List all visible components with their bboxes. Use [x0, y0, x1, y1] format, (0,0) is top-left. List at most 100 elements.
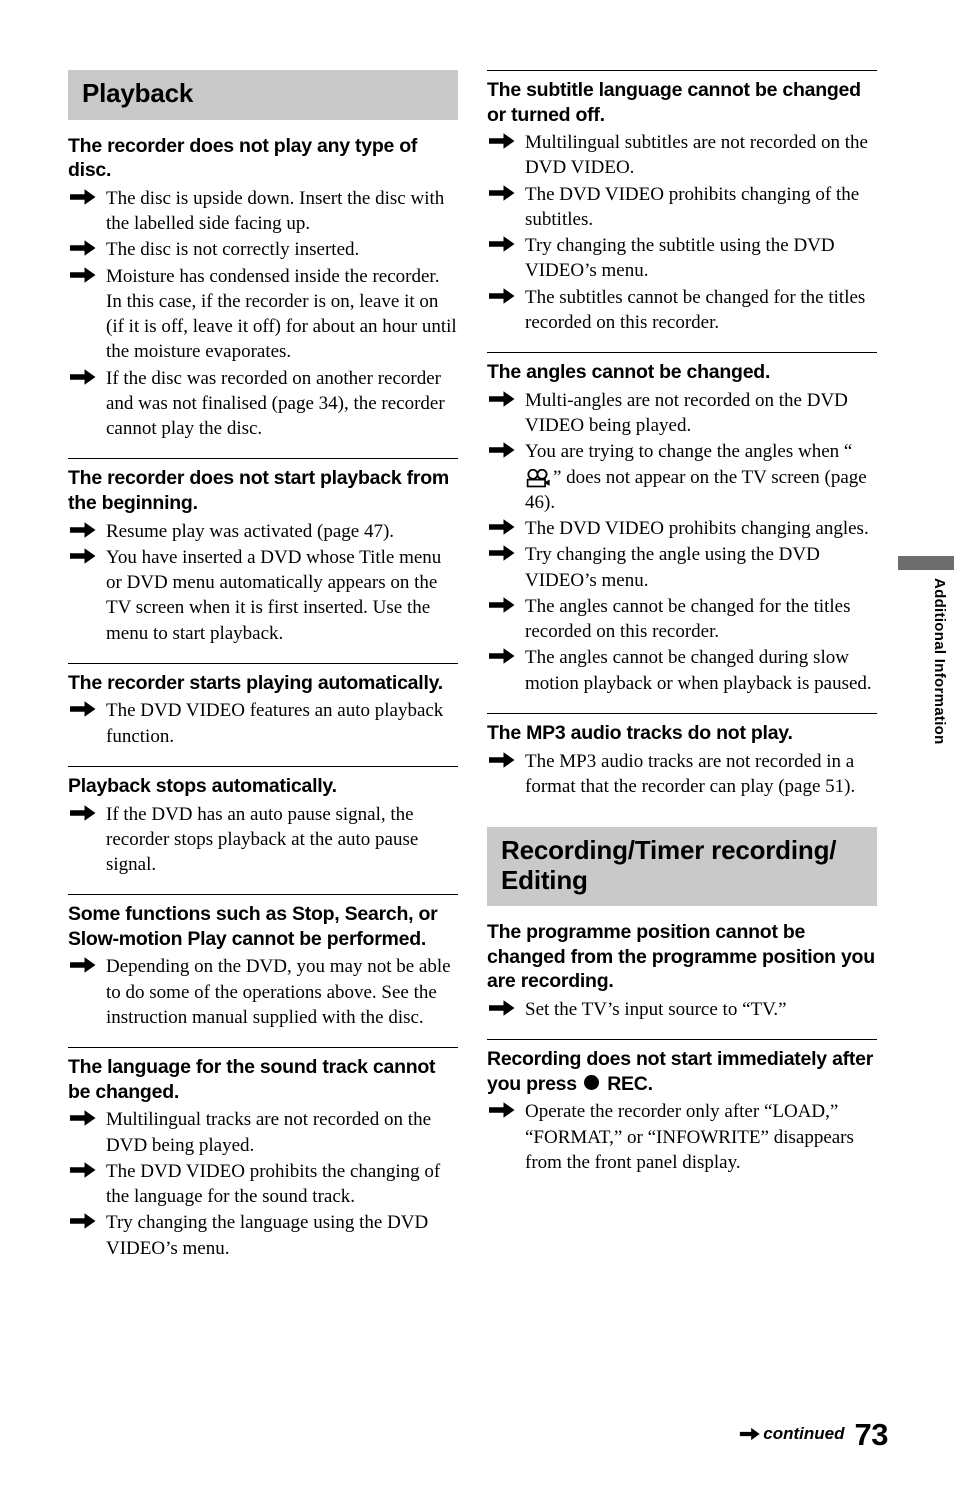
manual-page: Playback The recorder does not play any … — [0, 0, 954, 1486]
answer-text: Try changing the language using the DVD … — [106, 1212, 429, 1259]
answer-text: Try changing the angle using the DVD VID… — [525, 544, 820, 591]
problem-title: The recorder does not start playback fro… — [68, 467, 449, 514]
answer-list: Operate the recorder only after “LOAD,” … — [487, 1099, 877, 1175]
side-tab-label: Additional Information — [931, 578, 948, 745]
answer-text: Multilingual tracks are not recorded on … — [106, 1109, 432, 1156]
problem-title: Some functions such as Stop, Search, or … — [68, 903, 438, 950]
list-item: Resume play was activated (page 47). — [68, 519, 458, 544]
arrow-bullet-icon — [489, 132, 515, 150]
answer-text: If the DVD has an auto pause signal, the… — [106, 803, 419, 876]
problem-title: The subtitle language cannot be changed … — [487, 79, 861, 126]
arrow-bullet-icon — [70, 804, 96, 822]
list-item: If the disc was recorded on another reco… — [68, 366, 458, 442]
troubleshoot-block: The recorder does not play any type of d… — [68, 134, 458, 442]
list-item: The angles cannot be changed for the tit… — [487, 594, 877, 645]
answer-list: The DVD VIDEO features an auto playback … — [68, 698, 458, 749]
arrow-bullet-icon — [489, 999, 515, 1017]
arrow-bullet-icon — [70, 700, 96, 718]
section-title-playback: Playback — [82, 78, 194, 108]
arrow-bullet-icon — [489, 751, 515, 769]
answer-list: The MP3 audio tracks are not recorded in… — [487, 749, 877, 800]
answer-text: The angles cannot be changed during slow… — [525, 647, 872, 694]
answer-text: The DVD VIDEO prohibits the changing of … — [106, 1160, 441, 1208]
list-item: The MP3 audio tracks are not recorded in… — [487, 749, 877, 800]
arrow-bullet-icon — [70, 956, 96, 974]
answer-text: The DVD VIDEO prohibits changing of the … — [525, 183, 860, 230]
list-item: Multilingual subtitles are not recorded … — [487, 130, 877, 181]
arrow-bullet-icon — [489, 184, 515, 202]
answer-text: Depending on the DVD, you may not be abl… — [106, 956, 451, 1028]
arrow-bullet-icon — [489, 441, 515, 459]
answer-text-post: ” does not appear on the TV screen (page… — [525, 466, 867, 513]
answer-text: The disc is not correctly inserted. — [106, 239, 360, 261]
problem-title: The programme position cannot be changed… — [487, 921, 875, 993]
list-item: The disc is upside down. Insert the disc… — [68, 186, 458, 237]
list-item: Try changing the subtitle using the DVD … — [487, 233, 877, 284]
rec-dot-icon — [584, 1074, 600, 1090]
troubleshoot-block: The subtitle language cannot be changed … — [487, 70, 877, 335]
list-item: The angles cannot be changed during slow… — [487, 645, 877, 696]
arrow-bullet-icon — [489, 518, 515, 536]
list-item: The DVD VIDEO prohibits changing of the … — [487, 182, 877, 233]
list-item: Set the TV’s input source to “TV.” — [487, 997, 877, 1022]
arrow-bullet-icon — [489, 647, 515, 665]
troubleshoot-block: Some functions such as Stop, Search, or … — [68, 894, 458, 1030]
arrow-bullet-icon — [489, 1101, 515, 1119]
answer-text-pre: You are trying to change the angles when… — [525, 441, 853, 463]
problem-title: The language for the sound track cannot … — [68, 1056, 436, 1103]
troubleshoot-block: The recorder does not start playback fro… — [68, 458, 458, 645]
arrow-bullet-icon — [489, 287, 515, 305]
list-item: If the DVD has an auto pause signal, the… — [68, 802, 458, 878]
answer-text: Multi-angles are not recorded on the DVD… — [525, 389, 848, 437]
arrow-bullet-icon — [489, 596, 515, 614]
arrow-bullet-icon — [70, 1212, 96, 1230]
problem-title-pre: Recording does not start immediately aft… — [487, 1048, 874, 1095]
answer-text: The MP3 audio tracks are not recorded in… — [525, 750, 856, 797]
side-tab-bar — [898, 556, 954, 570]
section-banner-recording: Recording/Timer recording/ Editing — [487, 827, 877, 907]
arrow-bullet-icon — [489, 544, 515, 562]
answer-list: Resume play was activated (page 47). You… — [68, 519, 458, 646]
arrow-right-icon — [739, 1427, 761, 1441]
answer-text: The disc is upside down. Insert the disc… — [106, 187, 445, 235]
answer-text: Try changing the subtitle using the DVD … — [525, 235, 835, 282]
right-column: The subtitle language cannot be changed … — [487, 70, 877, 1192]
page-number: 73 — [854, 1417, 889, 1452]
troubleshoot-block: The programme position cannot be changed… — [487, 920, 877, 1022]
arrow-bullet-icon — [489, 390, 515, 408]
list-item: The DVD VIDEO features an auto playback … — [68, 698, 458, 749]
arrow-bullet-icon — [70, 1161, 96, 1179]
troubleshoot-block: Recording does not start immediately aft… — [487, 1039, 877, 1175]
list-item: The DVD VIDEO prohibits changing angles. — [487, 516, 877, 541]
answer-text: Moisture has condensed inside the record… — [106, 265, 457, 363]
answer-list: Set the TV’s input source to “TV.” — [487, 997, 877, 1022]
list-item: The DVD VIDEO prohibits the changing of … — [68, 1159, 458, 1210]
answer-list: Depending on the DVD, you may not be abl… — [68, 954, 458, 1030]
answer-text: The angles cannot be changed for the tit… — [525, 595, 851, 643]
troubleshoot-block: The language for the sound track cannot … — [68, 1047, 458, 1261]
list-item: Depending on the DVD, you may not be abl… — [68, 954, 458, 1030]
troubleshoot-block: The MP3 audio tracks do not play. The MP… — [487, 713, 877, 799]
arrow-bullet-icon — [70, 368, 96, 386]
problem-title: The recorder starts playing automaticall… — [68, 671, 443, 694]
arrow-bullet-icon — [489, 235, 515, 253]
list-item: Multi-angles are not recorded on the DVD… — [487, 388, 877, 439]
section-banner-playback: Playback — [68, 70, 458, 120]
arrow-bullet-icon — [70, 188, 96, 206]
list-item: Moisture has condensed inside the record… — [68, 264, 458, 365]
answer-text: You have inserted a DVD whose Title menu… — [106, 546, 442, 644]
list-item: Operate the recorder only after “LOAD,” … — [487, 1099, 877, 1175]
answer-text: Resume play was activated (page 47). — [106, 520, 395, 542]
arrow-bullet-icon — [70, 266, 96, 284]
side-tab-additional-information: Additional Information — [898, 556, 954, 786]
answer-list: Multilingual subtitles are not recorded … — [487, 130, 877, 335]
continued-marker: continued — [739, 1424, 845, 1450]
list-item-with-icon: You are trying to change the angles when… — [487, 439, 877, 515]
page-footer: continued 73 — [739, 1417, 889, 1452]
arrow-bullet-icon — [70, 1109, 96, 1127]
problem-title: Playback stops automatically. — [68, 774, 337, 797]
problem-title-with-icon: Recording does not start immediately aft… — [487, 1047, 877, 1096]
left-column: Playback The recorder does not play any … — [68, 70, 458, 1278]
section-title-recording: Recording/Timer recording/ Editing — [501, 835, 837, 895]
arrow-bullet-icon — [70, 547, 96, 565]
